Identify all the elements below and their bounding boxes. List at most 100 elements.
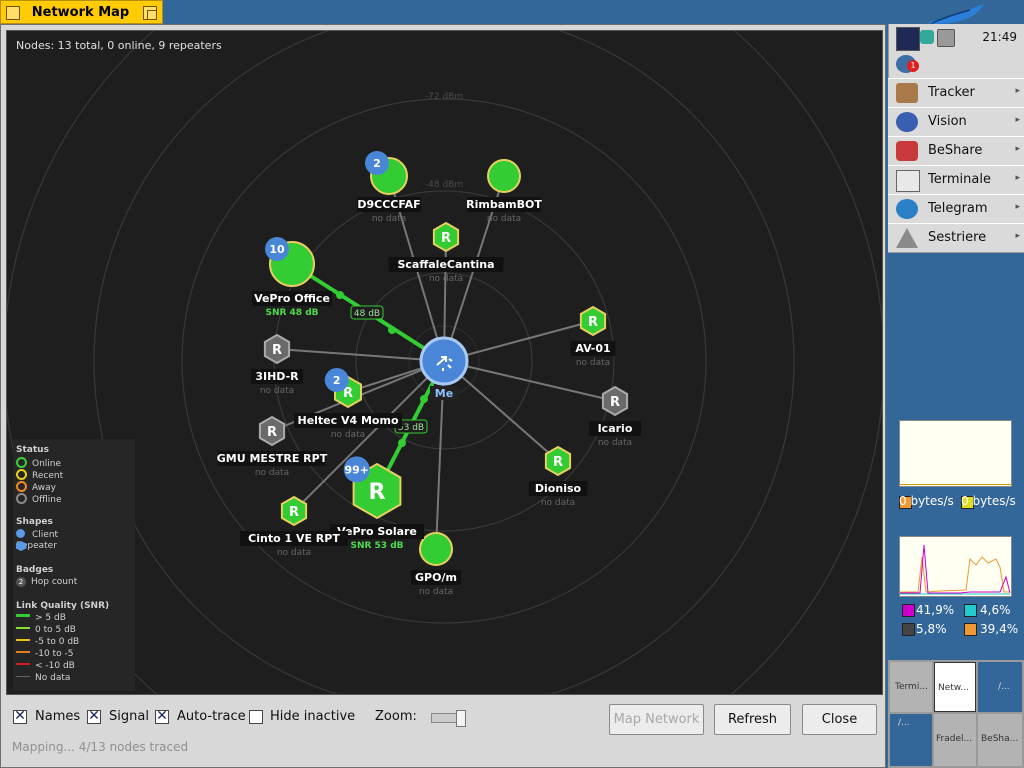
legend-away: Away (16, 481, 56, 493)
close-box[interactable] (6, 6, 20, 20)
node-sub: no data (419, 587, 453, 597)
window-title: Network Map (31, 5, 130, 20)
names-checkbox[interactable]: ✕ (13, 708, 27, 724)
zoom-slider-knob[interactable] (456, 710, 466, 727)
legend-status-title: Status (16, 445, 49, 455)
workspace-6[interactable]: BeSha... (978, 714, 1022, 766)
workspace-2-active[interactable]: Netw... (934, 662, 976, 712)
deskbar-app-terminale[interactable]: Terminale ▸ (888, 165, 1024, 195)
node-name: Cinto 1 VE RPT (248, 532, 340, 545)
lq-row: -5 to 0 dB (16, 637, 79, 647)
lq-swatch (16, 651, 30, 653)
workspace-4[interactable]: /... (890, 714, 932, 766)
node-av01[interactable]: R AV-01 no data (570, 305, 616, 368)
node-sub: no data (331, 430, 365, 440)
net-out-label: 0 bytes/s (961, 494, 1016, 508)
telegram-icon (896, 199, 918, 219)
node-snr: SNR 53 dB (350, 541, 403, 551)
network-icon[interactable] (920, 30, 934, 44)
autotrace-checkbox[interactable]: ✕ (155, 708, 169, 724)
node-sub: no data (541, 498, 575, 508)
legend-client: Client (16, 529, 58, 540)
lq-row: 0 to 5 dB (16, 625, 76, 635)
workspace-5[interactable]: Fradel... (934, 714, 976, 766)
zoom-slider[interactable] (431, 710, 466, 727)
net-in-label: 0 bytes/s (899, 494, 954, 508)
nodes-summary: Nodes: 13 total, 0 online, 9 repeaters (16, 39, 222, 52)
node-snr: SNR 48 dB (265, 308, 318, 318)
signal-checkbox[interactable]: ✕ (87, 708, 101, 724)
link-3ihd-r (276, 348, 445, 362)
network-map-canvas[interactable]: -72 dBm -48 dBm 48 dB 53 dB Me 2 D9CCCFA… (6, 30, 883, 695)
repeater-glyph: R (553, 455, 563, 470)
repeater-glyph: R (267, 425, 277, 440)
map-svg: -72 dBm -48 dBm 48 dB 53 dB Me 2 D9CCCFA… (7, 31, 882, 694)
status-dot (16, 457, 27, 468)
legend-panel: Status Online Recent Away Offline Shapes… (13, 439, 135, 691)
node-sub: no data (429, 274, 463, 284)
hide-inactive-checkbox[interactable] (249, 710, 263, 724)
node-name: Dioniso (535, 482, 582, 495)
lq-swatch (16, 627, 30, 629)
legend-lq-title: Link Quality (SNR) (16, 601, 110, 611)
node-3ihd-r[interactable]: R 3IHD-R no data (251, 333, 303, 396)
workspace-3[interactable]: /... (978, 662, 1022, 712)
ring-label: -48 dBm (425, 180, 463, 190)
legend-offline: Offline (16, 493, 62, 505)
terminal-icon (896, 170, 920, 192)
node-name: ScaffaleCantina (397, 258, 494, 271)
node-sub: no data (277, 548, 311, 558)
notification-count: 1 (907, 60, 919, 72)
node-dioniso[interactable]: R Dioniso no data (528, 445, 588, 508)
node-name: D9CCCFAF (357, 198, 420, 211)
node-name: GPO/m (415, 571, 457, 584)
repeater-glyph: R (441, 231, 451, 246)
deskbar-app-beshare[interactable]: BeShare ▸ (888, 136, 1024, 166)
node-sub: no data (598, 438, 632, 448)
cpu-value: 39,4% (980, 622, 1019, 636)
node-name: AV-01 (575, 342, 610, 355)
window-tab[interactable]: Network Map (0, 0, 163, 24)
hop-badge: 99+ (344, 463, 369, 476)
ring-label: -72 dBm (425, 92, 463, 102)
lq-swatch (16, 663, 30, 665)
clock[interactable]: 21:49 (982, 30, 1017, 44)
workspace-1[interactable]: Termi... (890, 662, 932, 712)
node-sub: no data (576, 358, 610, 368)
hide-inactive-label: Hide inactive (270, 709, 356, 724)
lq-swatch (16, 639, 30, 641)
lq-swatch (16, 676, 30, 677)
tray: 21:49 1 (888, 24, 1024, 78)
node-vepro-office[interactable]: 10 VePro Office SNR 48 dB (252, 237, 332, 318)
deskbar-app-sestriere[interactable]: Sestriere ▸ (888, 223, 1024, 253)
node-name: VePro Office (254, 292, 330, 305)
cpu-swatch (964, 604, 977, 617)
deskbar-app-telegram[interactable]: Telegram ▸ (888, 194, 1024, 224)
node-name: Icario (598, 422, 633, 435)
node-name: VePro Solare (337, 525, 417, 538)
repeater-glyph: R (369, 480, 386, 505)
node-name: 3IHD-R (255, 370, 299, 383)
map-network-button[interactable]: Map Network (609, 704, 704, 735)
cpu-swatch (902, 623, 915, 636)
node-sub: no data (260, 386, 294, 396)
hop-badge: 2 (333, 374, 341, 387)
refresh-button[interactable]: Refresh (714, 704, 791, 735)
hop-badge: 10 (269, 243, 285, 256)
process-controller-icon[interactable] (896, 27, 920, 51)
node-sub: no data (372, 214, 406, 224)
tracker-icon (896, 83, 918, 103)
disk-icon[interactable] (937, 29, 955, 47)
sestriere-icon (896, 228, 918, 248)
cpu-swatch (964, 623, 977, 636)
legend-recent: Recent (16, 469, 63, 481)
deskbar-app-tracker[interactable]: Tracker ▸ (888, 78, 1024, 108)
deskbar-app-vision[interactable]: Vision ▸ (888, 107, 1024, 137)
repeater-glyph: R (272, 343, 282, 358)
node-gpo[interactable]: GPO/m no data (411, 532, 461, 597)
leaf-menu-icon[interactable] (924, 2, 988, 26)
repeater-shape-icon (16, 541, 26, 551)
close-button[interactable]: Close (802, 704, 877, 735)
node-d9cccfaf[interactable]: 2 D9CCCFAF no data (357, 151, 421, 224)
controls-bar: ✕ Names ✕ Signal ✕ Auto-trace Hide inact… (6, 700, 883, 764)
